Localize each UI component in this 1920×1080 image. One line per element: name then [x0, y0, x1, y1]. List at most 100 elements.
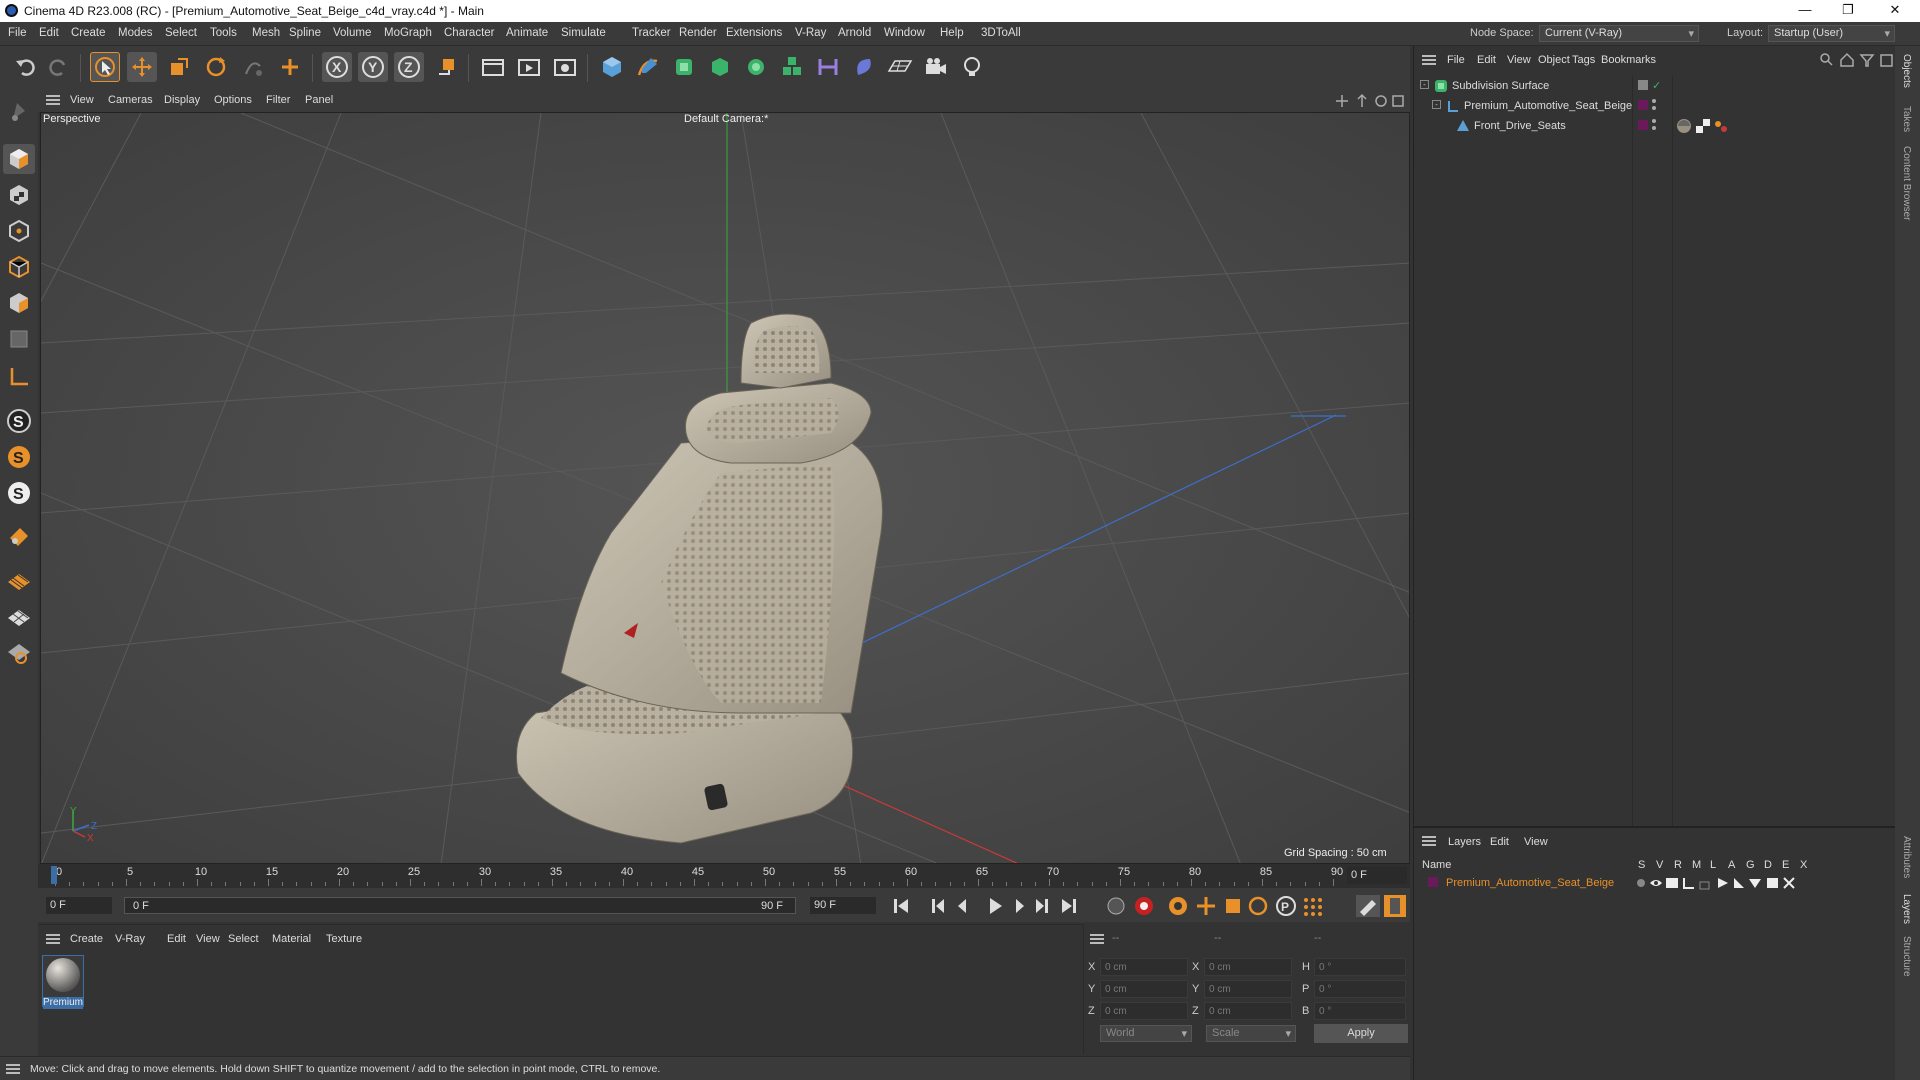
material-menu-material[interactable]: Material — [272, 933, 311, 945]
material-menu-edit[interactable]: Edit — [167, 933, 186, 945]
y-axis-lock-icon[interactable]: Y — [358, 52, 388, 82]
viewport-perspective[interactable]: Perspective Default Camera:* Grid Spacin… — [40, 112, 1410, 864]
coord-field-v2-1[interactable]: 0 cm — [1204, 980, 1292, 998]
extrude-icon[interactable] — [705, 52, 735, 82]
menu-tools[interactable]: Tools — [210, 27, 237, 39]
coordinate-system-icon[interactable] — [431, 52, 461, 82]
layer-col-l[interactable]: L — [1710, 859, 1716, 871]
current-frame-field[interactable]: 0 F — [1347, 867, 1407, 884]
object-menu-bookmarks[interactable]: Bookmarks — [1601, 54, 1656, 66]
menu-tracker[interactable]: Tracker — [632, 27, 671, 39]
coord-space-select[interactable]: World — [1100, 1025, 1192, 1042]
light-icon[interactable] — [957, 52, 987, 82]
tab-layers[interactable]: Layers — [1901, 894, 1912, 924]
coord-field-v3-1[interactable]: 0 ° — [1314, 980, 1406, 998]
edges-mode-icon[interactable] — [3, 252, 35, 282]
tab-attributes[interactable]: Attributes — [1901, 836, 1912, 878]
node-space-select[interactable]: Current (V-Ray) — [1539, 25, 1699, 42]
render-to-picture-viewer-icon[interactable] — [514, 52, 544, 82]
quantize-icon[interactable]: S — [3, 478, 35, 508]
sculpt-grid-icon[interactable] — [3, 566, 35, 596]
live-selection-icon[interactable] — [238, 52, 268, 82]
menu-extensions[interactable]: Extensions — [726, 27, 782, 39]
material-swatch[interactable]: Premium — [42, 955, 84, 1009]
camera-icon[interactable] — [921, 52, 951, 82]
viewport-menu-view[interactable]: View — [70, 94, 94, 106]
select-cursor-icon[interactable] — [90, 52, 120, 82]
layout-select[interactable]: Startup (User) — [1768, 25, 1895, 42]
menu-arnold[interactable]: Arnold — [838, 27, 871, 39]
layer-row[interactable]: Premium_Automotive_Seat_Beige — [1414, 874, 1896, 892]
object-manager-tools[interactable] — [1819, 52, 1895, 68]
restore-icon[interactable]: ❐ — [1833, 2, 1863, 20]
menu-select[interactable]: Select — [165, 27, 197, 39]
undo-icon[interactable] — [10, 52, 40, 82]
object-row-seat-null[interactable]: - Premium_Automotive_Seat_Beige — [1414, 97, 1896, 115]
menu-3dtoall[interactable]: 3DToAll — [981, 27, 1021, 39]
object-tags[interactable] — [1676, 118, 1730, 134]
close-icon[interactable]: ✕ — [1880, 2, 1910, 20]
menu-help[interactable]: Help — [940, 27, 964, 39]
object-row-front-seats[interactable]: Front_Drive_Seats — [1414, 117, 1896, 135]
layer-col-s[interactable]: S — [1638, 859, 1645, 871]
coord-mode-select[interactable]: Scale — [1206, 1025, 1296, 1042]
texture-mode-icon[interactable] — [3, 180, 35, 210]
menu-volume[interactable]: Volume — [333, 27, 371, 39]
layer-color-swatch[interactable] — [1638, 120, 1648, 130]
object-menu-icon[interactable] — [1422, 55, 1436, 65]
viewport-menu-icon[interactable] — [46, 95, 60, 105]
viewport-menu-options[interactable]: Options — [214, 94, 252, 106]
material-menu-create[interactable]: Create — [70, 933, 103, 945]
x-axis-lock-icon[interactable]: X — [322, 52, 352, 82]
object-menu-tags[interactable]: Tags — [1572, 54, 1595, 66]
coords-menu-icon[interactable] — [1090, 934, 1104, 944]
menu-edit[interactable]: Edit — [39, 27, 59, 39]
object-row-subdivision[interactable]: - Subdivision Surface ✓ — [1414, 77, 1896, 95]
menu-modes[interactable]: Modes — [118, 27, 153, 39]
layer-col-a[interactable]: A — [1728, 859, 1735, 871]
points-mode-icon[interactable] — [3, 216, 35, 246]
material-menu-v-ray[interactable]: V-Ray — [115, 933, 145, 945]
layer-col-d[interactable]: D — [1764, 859, 1772, 871]
tab-content-browser[interactable]: Content Browser — [1901, 146, 1912, 220]
viewport-menu-filter[interactable]: Filter — [266, 94, 290, 106]
viewport-menu-panel[interactable]: Panel — [305, 94, 333, 106]
add-object-icon[interactable] — [275, 52, 305, 82]
tab-takes[interactable]: Takes — [1901, 106, 1912, 132]
deformer-icon[interactable] — [813, 52, 843, 82]
object-menu-view[interactable]: View — [1507, 54, 1531, 66]
start-frame-field[interactable]: 0 F — [46, 897, 112, 914]
menu-spline[interactable]: Spline — [289, 27, 321, 39]
coord-field-v2-2[interactable]: 0 cm — [1204, 1002, 1292, 1020]
menu-file[interactable]: File — [8, 27, 27, 39]
camera-label[interactable]: Default Camera:* — [684, 113, 768, 125]
layer-menu-view[interactable]: View — [1524, 836, 1548, 848]
coord-field-v3-2[interactable]: 0 ° — [1314, 1002, 1406, 1020]
timeline-dope-icon[interactable] — [3, 638, 35, 668]
make-editable-icon[interactable] — [3, 96, 35, 126]
layer-col-x[interactable]: X — [1800, 859, 1807, 871]
coord-field-v2-0[interactable]: 0 cm — [1204, 958, 1292, 976]
menu-window[interactable]: Window — [884, 27, 925, 39]
subdivision-surface-icon[interactable] — [669, 52, 699, 82]
layer-toggles[interactable] — [1636, 875, 1796, 891]
menu-simulate[interactable]: Simulate — [561, 27, 606, 39]
layer-col-v[interactable]: V — [1656, 859, 1663, 871]
visibility-toggle[interactable] — [1638, 80, 1648, 90]
material-menu-icon[interactable] — [46, 934, 60, 944]
layer-menu-edit[interactable]: Edit — [1490, 836, 1509, 848]
menu-render[interactable]: Render — [679, 27, 717, 39]
redo-icon[interactable] — [44, 52, 74, 82]
viewport-navigation-icons[interactable] — [1334, 93, 1404, 109]
polygons-mode-icon[interactable] — [3, 288, 35, 318]
render-settings-icon[interactable] — [550, 52, 580, 82]
frame-range-slider[interactable]: 0 F 90 F — [124, 897, 796, 914]
layer-col-e[interactable]: E — [1782, 859, 1789, 871]
menu-animate[interactable]: Animate — [506, 27, 548, 39]
coord-field-v1-0[interactable]: 0 cm — [1100, 958, 1188, 976]
paint-tool-icon[interactable] — [3, 522, 35, 552]
material-menu-view[interactable]: View — [196, 933, 220, 945]
layer-menu-icon[interactable] — [1422, 836, 1436, 846]
layer-menu-layers[interactable]: Layers — [1448, 836, 1481, 848]
apply-button[interactable]: Apply — [1314, 1024, 1408, 1043]
